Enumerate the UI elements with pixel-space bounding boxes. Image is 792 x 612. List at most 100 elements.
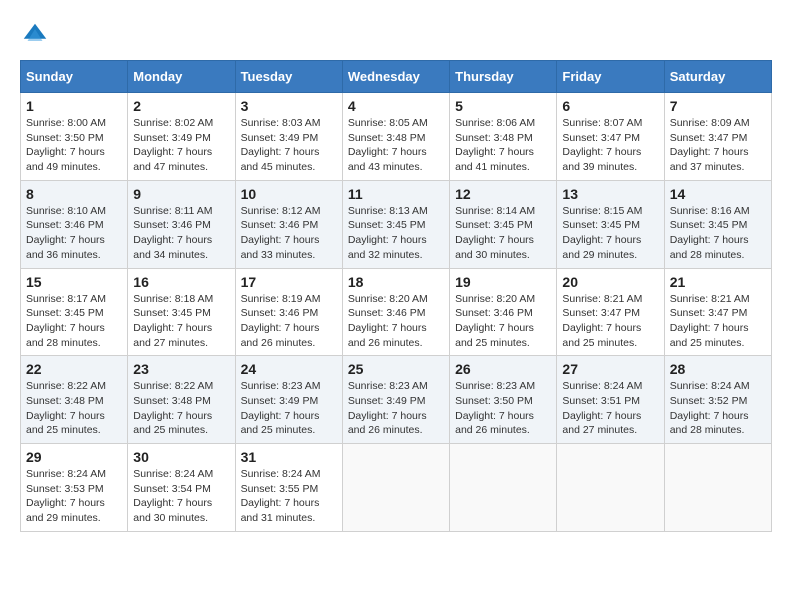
day-number: 17 [241,274,337,290]
day-number: 1 [26,98,122,114]
day-detail: Sunrise: 8:22 AMSunset: 3:48 PMDaylight:… [133,379,229,438]
calendar-table: SundayMondayTuesdayWednesdayThursdayFrid… [20,60,772,532]
calendar-cell: 5Sunrise: 8:06 AMSunset: 3:48 PMDaylight… [450,93,557,181]
day-detail: Sunrise: 8:24 AMSunset: 3:51 PMDaylight:… [562,379,658,438]
calendar-cell: 3 Sunrise: 8:03 AMSunset: 3:49 PMDaylight… [235,93,342,181]
calendar-cell: 15 Sunrise: 8:17 AMSunset: 3:45 PMDayligh… [21,268,128,356]
day-detail: Sunrise: 8:10 AMSunset: 3:46 PMDaylight:… [26,204,122,263]
calendar-cell: 23 Sunrise: 8:22 AMSunset: 3:48 PMDayligh… [128,356,235,444]
day-detail: Sunrise: 8:24 AMSunset: 3:53 PMDaylight:… [26,467,122,526]
day-number: 12 [455,186,551,202]
logo [20,20,54,50]
day-number: 8 [26,186,122,202]
calendar-cell [557,444,664,532]
calendar-cell [664,444,771,532]
day-number: 23 [133,361,229,377]
day-number: 3 [241,98,337,114]
day-number: 28 [670,361,766,377]
calendar-week-row: 29 Sunrise: 8:24 AMSunset: 3:53 PMDayligh… [21,444,772,532]
calendar-cell: 1 Sunrise: 8:00 AMSunset: 3:50 PMDaylight… [21,93,128,181]
calendar-cell: 30 Sunrise: 8:24 AMSunset: 3:54 PMDayligh… [128,444,235,532]
calendar-cell: 31 Sunrise: 8:24 AMSunset: 3:55 PMDayligh… [235,444,342,532]
day-detail: Sunrise: 8:03 AMSunset: 3:49 PMDaylight:… [241,116,337,175]
day-detail: Sunrise: 8:22 AMSunset: 3:48 PMDaylight:… [26,379,122,438]
day-number: 13 [562,186,658,202]
day-detail: Sunrise: 8:09 AMSunset: 3:47 PMDaylight:… [670,116,766,175]
day-number: 10 [241,186,337,202]
day-detail: Sunrise: 8:16 AMSunset: 3:45 PMDaylight:… [670,204,766,263]
calendar-cell: 22 Sunrise: 8:22 AMSunset: 3:48 PMDayligh… [21,356,128,444]
day-number: 31 [241,449,337,465]
day-detail: Sunrise: 8:24 AMSunset: 3:54 PMDaylight:… [133,467,229,526]
day-detail: Sunrise: 8:12 AMSunset: 3:46 PMDaylight:… [241,204,337,263]
day-number: 6 [562,98,658,114]
calendar-cell: 12 Sunrise: 8:14 AMSunset: 3:45 PMDayligh… [450,180,557,268]
calendar-cell: 8 Sunrise: 8:10 AMSunset: 3:46 PMDaylight… [21,180,128,268]
calendar-cell: 19 Sunrise: 8:20 AMSunset: 3:46 PMDayligh… [450,268,557,356]
day-detail: Sunrise: 8:05 AMSunset: 3:48 PMDaylight:… [348,116,444,175]
calendar-week-row: 1 Sunrise: 8:00 AMSunset: 3:50 PMDaylight… [21,93,772,181]
day-detail: Sunrise: 8:02 AMSunset: 3:49 PMDaylight:… [133,116,229,175]
calendar-cell: 29 Sunrise: 8:24 AMSunset: 3:53 PMDayligh… [21,444,128,532]
day-detail: Sunrise: 8:15 AMSunset: 3:45 PMDaylight:… [562,204,658,263]
calendar-cell: 26 Sunrise: 8:23 AMSunset: 3:50 PMDayligh… [450,356,557,444]
calendar-cell: 13 Sunrise: 8:15 AMSunset: 3:45 PMDayligh… [557,180,664,268]
day-number: 7 [670,98,766,114]
day-number: 27 [562,361,658,377]
day-detail: Sunrise: 8:07 AMSunset: 3:47 PMDaylight:… [562,116,658,175]
calendar-header-thursday: Thursday [450,61,557,93]
day-detail: Sunrise: 8:20 AMSunset: 3:46 PMDaylight:… [455,292,551,351]
day-detail: Sunrise: 8:13 AMSunset: 3:45 PMDaylight:… [348,204,444,263]
calendar-cell: 4Sunrise: 8:05 AMSunset: 3:48 PMDaylight… [342,93,449,181]
calendar-header-monday: Monday [128,61,235,93]
calendar-cell: 18Sunrise: 8:20 AMSunset: 3:46 PMDayligh… [342,268,449,356]
calendar-cell: 2Sunrise: 8:02 AMSunset: 3:49 PMDaylight… [128,93,235,181]
day-detail: Sunrise: 8:23 AMSunset: 3:49 PMDaylight:… [348,379,444,438]
calendar-cell: 14 Sunrise: 8:16 AMSunset: 3:45 PMDayligh… [664,180,771,268]
calendar-header-friday: Friday [557,61,664,93]
day-detail: Sunrise: 8:21 AMSunset: 3:47 PMDaylight:… [562,292,658,351]
logo-icon [20,20,50,50]
day-number: 15 [26,274,122,290]
day-detail: Sunrise: 8:21 AMSunset: 3:47 PMDaylight:… [670,292,766,351]
calendar-week-row: 8 Sunrise: 8:10 AMSunset: 3:46 PMDaylight… [21,180,772,268]
day-detail: Sunrise: 8:23 AMSunset: 3:49 PMDaylight:… [241,379,337,438]
calendar-week-row: 22 Sunrise: 8:22 AMSunset: 3:48 PMDayligh… [21,356,772,444]
calendar-cell: 6 Sunrise: 8:07 AMSunset: 3:47 PMDaylight… [557,93,664,181]
header [20,20,772,50]
calendar-week-row: 15 Sunrise: 8:17 AMSunset: 3:45 PMDayligh… [21,268,772,356]
calendar-cell: 28Sunrise: 8:24 AMSunset: 3:52 PMDayligh… [664,356,771,444]
day-number: 29 [26,449,122,465]
day-number: 20 [562,274,658,290]
day-number: 30 [133,449,229,465]
calendar-cell: 27 Sunrise: 8:24 AMSunset: 3:51 PMDayligh… [557,356,664,444]
day-detail: Sunrise: 8:00 AMSunset: 3:50 PMDaylight:… [26,116,122,175]
calendar-header-wednesday: Wednesday [342,61,449,93]
day-detail: Sunrise: 8:17 AMSunset: 3:45 PMDaylight:… [26,292,122,351]
day-detail: Sunrise: 8:14 AMSunset: 3:45 PMDaylight:… [455,204,551,263]
calendar-cell: 20 Sunrise: 8:21 AMSunset: 3:47 PMDayligh… [557,268,664,356]
day-number: 22 [26,361,122,377]
day-number: 14 [670,186,766,202]
calendar-cell: 25 Sunrise: 8:23 AMSunset: 3:49 PMDayligh… [342,356,449,444]
day-number: 19 [455,274,551,290]
day-number: 5 [455,98,551,114]
day-detail: Sunrise: 8:20 AMSunset: 3:46 PMDaylight:… [348,292,444,351]
day-detail: Sunrise: 8:18 AMSunset: 3:45 PMDaylight:… [133,292,229,351]
calendar-cell: 17Sunrise: 8:19 AMSunset: 3:46 PMDayligh… [235,268,342,356]
calendar-cell: 21Sunrise: 8:21 AMSunset: 3:47 PMDayligh… [664,268,771,356]
calendar-header-sunday: Sunday [21,61,128,93]
calendar-cell: 10 Sunrise: 8:12 AMSunset: 3:46 PMDayligh… [235,180,342,268]
calendar-cell: 9Sunrise: 8:11 AMSunset: 3:46 PMDaylight… [128,180,235,268]
calendar-header-tuesday: Tuesday [235,61,342,93]
day-detail: Sunrise: 8:23 AMSunset: 3:50 PMDaylight:… [455,379,551,438]
calendar-cell: 24 Sunrise: 8:23 AMSunset: 3:49 PMDayligh… [235,356,342,444]
calendar-header-row: SundayMondayTuesdayWednesdayThursdayFrid… [21,61,772,93]
day-number: 25 [348,361,444,377]
day-number: 11 [348,186,444,202]
calendar-cell [450,444,557,532]
day-number: 24 [241,361,337,377]
day-detail: Sunrise: 8:24 AMSunset: 3:55 PMDaylight:… [241,467,337,526]
day-number: 26 [455,361,551,377]
calendar-cell: 11 Sunrise: 8:13 AMSunset: 3:45 PMDayligh… [342,180,449,268]
